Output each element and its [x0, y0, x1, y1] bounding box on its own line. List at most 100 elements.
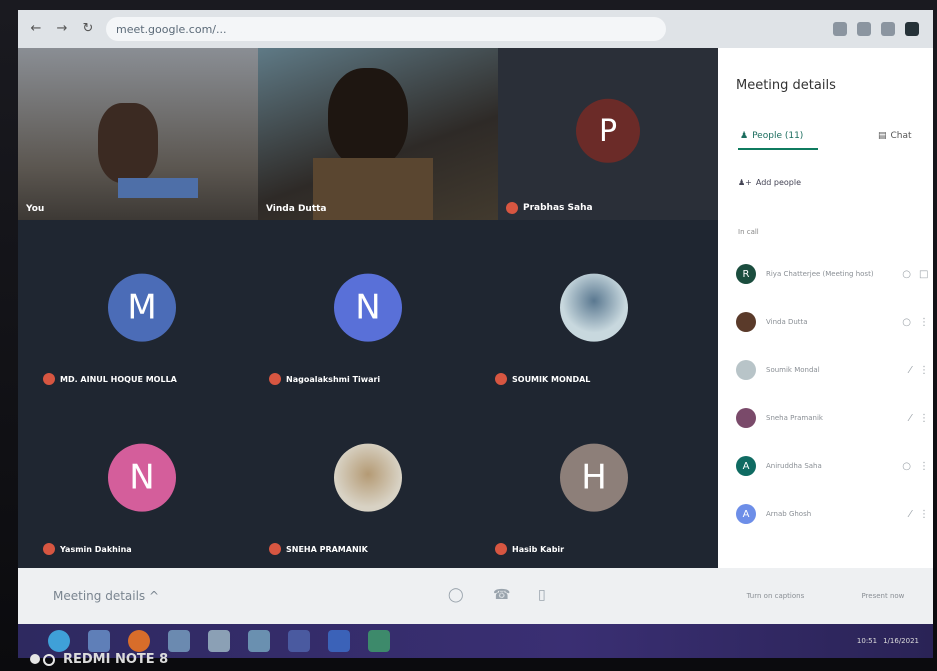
- more-options-icon[interactable]: ⋮: [919, 509, 931, 520]
- tile-name: You: [26, 204, 45, 214]
- file-explorer-icon[interactable]: [168, 630, 190, 652]
- participant-tile[interactable]: N Nagoalakshmi Tiwari: [259, 228, 477, 393]
- tile-name: Nagoalakshmi Tiwari: [269, 373, 380, 385]
- panel-title: Meeting details: [736, 78, 836, 93]
- mic-off-icon: ⁄: [909, 364, 911, 376]
- avatar: H: [560, 443, 628, 512]
- app-icon[interactable]: [248, 630, 270, 652]
- muted-icon: [495, 543, 507, 555]
- participant-row[interactable]: A Arnab Ghosh ⁄ ⋮: [736, 503, 931, 525]
- url-text: meet.google.com/...: [116, 22, 227, 36]
- participant-video: [118, 178, 198, 198]
- pin-icon[interactable]: □: [919, 269, 931, 280]
- camera-toggle-icon[interactable]: ▯: [538, 587, 546, 603]
- add-people-button[interactable]: ♟+ Add people: [738, 178, 801, 187]
- participant-tile[interactable]: H Hasib Kabir: [485, 398, 703, 563]
- avatar: P: [576, 98, 640, 163]
- chrome-icon[interactable]: [368, 630, 390, 652]
- app-icon[interactable]: [128, 630, 150, 652]
- extension-icons: [833, 22, 919, 36]
- browser-icon[interactable]: [88, 630, 110, 652]
- participant-name: Sneha Pramanik: [766, 414, 823, 422]
- video-tile[interactable]: Vinda Dutta: [258, 48, 498, 220]
- mic-off-icon: ⁄: [909, 508, 911, 520]
- mic-icon: ○: [902, 316, 911, 328]
- panel-bottom-actions: Turn on captions Present now: [718, 568, 933, 624]
- back-arrow-icon[interactable]: ←: [28, 21, 44, 37]
- mic-icon: ○: [902, 460, 911, 472]
- word-icon[interactable]: [328, 630, 350, 652]
- video-tile[interactable]: You: [18, 48, 258, 220]
- more-options-icon[interactable]: ⋮: [919, 317, 931, 328]
- clock[interactable]: 10:51: [857, 637, 877, 645]
- browser-toolbar: ← → ↻ meet.google.com/...: [18, 10, 933, 48]
- mic-off-icon: ⁄: [909, 412, 911, 424]
- tile-name: SOUMIK MONDAL: [495, 373, 590, 385]
- participant-name: Vinda Dutta: [766, 318, 808, 326]
- mic-icon: ○: [902, 268, 911, 280]
- tile-name: Vinda Dutta: [266, 204, 327, 214]
- participant-row[interactable]: Soumik Mondal ⁄ ⋮: [736, 359, 931, 381]
- meet-video-area: You Vinda Dutta P Prabhas Saha M MD. AIN…: [18, 48, 718, 568]
- muted-icon: [43, 373, 55, 385]
- avatar: [736, 360, 756, 380]
- date: 1/16/2021: [883, 637, 919, 645]
- participant-name: Aniruddha Saha: [766, 462, 822, 470]
- screen: ← → ↻ meet.google.com/... You Vinda Dutt…: [18, 10, 933, 658]
- avatar: [736, 408, 756, 428]
- participant-video: [313, 158, 433, 220]
- participant-video: [328, 68, 408, 168]
- section-label: In call: [738, 228, 759, 236]
- more-options-icon[interactable]: ⋮: [919, 413, 931, 424]
- avatar: A: [736, 456, 756, 476]
- avatar: [334, 443, 402, 512]
- tile-name: Hasib Kabir: [495, 543, 564, 555]
- participant-row[interactable]: R Riya Chatterjee (Meeting host) ○ □: [736, 263, 931, 285]
- tile-name: SNEHA PRAMANIK: [269, 543, 368, 555]
- present-now-button[interactable]: Present now: [861, 592, 904, 600]
- more-options-icon[interactable]: ⋮: [919, 461, 931, 472]
- add-person-icon: ♟+: [738, 178, 752, 187]
- muted-icon: [506, 202, 518, 214]
- participant-tile[interactable]: SOUMIK MONDAL: [485, 228, 703, 393]
- participant-tile[interactable]: N Yasmin Dakhina: [33, 398, 251, 563]
- meeting-details-button[interactable]: Meeting details ^: [53, 589, 159, 603]
- muted-icon: [269, 373, 281, 385]
- system-tray: 10:51 1/16/2021: [857, 637, 919, 645]
- participant-row[interactable]: Vinda Dutta ○ ⋮: [736, 311, 931, 333]
- participant-name: Arnab Ghosh: [766, 510, 812, 518]
- camera-dots-icon: [30, 653, 55, 666]
- avatar: N: [334, 273, 402, 342]
- tile-name: Prabhas Saha: [506, 202, 593, 214]
- address-bar[interactable]: meet.google.com/...: [106, 17, 666, 41]
- avatar: [560, 273, 628, 342]
- star-icon[interactable]: [857, 22, 871, 36]
- video-tile[interactable]: P Prabhas Saha: [498, 48, 718, 220]
- profile-icon[interactable]: [905, 22, 919, 36]
- avatar: [736, 312, 756, 332]
- participant-row[interactable]: Sneha Pramanik ⁄ ⋮: [736, 407, 931, 429]
- participant-tile[interactable]: M MD. AINUL HOQUE MOLLA: [33, 228, 251, 393]
- gmail-icon[interactable]: [288, 630, 310, 652]
- mic-toggle-icon[interactable]: ◯: [448, 587, 464, 603]
- extension-icon[interactable]: [881, 22, 895, 36]
- reload-icon[interactable]: ↻: [80, 21, 96, 37]
- participant-tile[interactable]: SNEHA PRAMANIK: [259, 398, 477, 563]
- start-button-icon[interactable]: [48, 630, 70, 652]
- monitor-bezel: ← → ↻ meet.google.com/... You Vinda Dutt…: [0, 0, 937, 671]
- app-icon[interactable]: [208, 630, 230, 652]
- end-call-icon[interactable]: ☎: [493, 587, 510, 603]
- forward-arrow-icon[interactable]: →: [54, 21, 70, 37]
- tab-people[interactable]: ♟ People (11): [740, 131, 803, 141]
- tab-chat[interactable]: ▤ Chat: [878, 131, 912, 141]
- participant-video: [98, 103, 158, 183]
- avatar: N: [108, 443, 176, 512]
- chat-icon: ▤: [878, 131, 887, 141]
- camera-watermark: REDMI NOTE 8: [30, 652, 168, 667]
- tile-name: Yasmin Dakhina: [43, 543, 132, 555]
- active-tab-indicator: [738, 148, 818, 150]
- participant-row[interactable]: A Aniruddha Saha ○ ⋮: [736, 455, 931, 477]
- captions-button[interactable]: Turn on captions: [747, 592, 805, 600]
- extension-icon[interactable]: [833, 22, 847, 36]
- more-options-icon[interactable]: ⋮: [919, 365, 931, 376]
